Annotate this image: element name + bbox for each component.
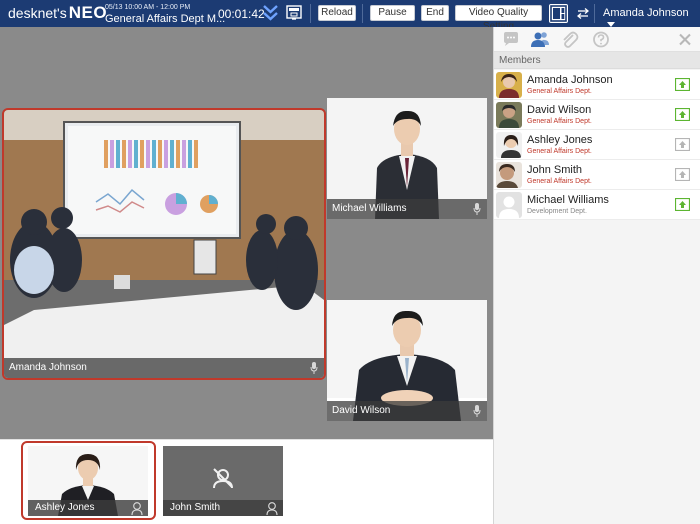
video-name-label: Amanda Johnson (4, 358, 324, 378)
video-name-label: David Wilson (327, 401, 487, 421)
members-icon[interactable] (531, 31, 549, 48)
swap-arrows-icon[interactable] (577, 8, 589, 19)
close-icon[interactable] (676, 31, 694, 48)
end-button[interactable]: End (421, 5, 449, 21)
members-header: Members (494, 52, 700, 69)
thumbnail-name-label: John Smith (163, 500, 283, 516)
separator (362, 4, 363, 23)
thumbnail-name-label: Ashley Jones (28, 500, 148, 516)
camera-on-icon (675, 78, 690, 91)
sidebar-tabs (494, 27, 700, 52)
member-dept: General Affairs Dept. (527, 148, 592, 155)
conference-room-video (4, 110, 324, 378)
member-dept: General Affairs Dept. (527, 178, 592, 185)
separator (594, 4, 595, 23)
help-icon[interactable] (592, 31, 610, 48)
member-dept: General Affairs Dept. (527, 88, 592, 95)
member-name: John Smith (527, 164, 583, 176)
logo-suffix: NEO (68, 3, 108, 22)
thumbnail-ashley-jones[interactable]: Ashley Jones (28, 446, 148, 516)
member-name: Michael Williams (527, 194, 609, 206)
member-dept: Development Dept. (527, 208, 587, 215)
camera-off-icon (675, 168, 690, 181)
double-chevron-down-icon[interactable] (263, 3, 278, 23)
avatar (496, 132, 522, 158)
user-status-icon (266, 502, 278, 515)
avatar (496, 102, 522, 128)
video-tile-david-wilson[interactable]: David Wilson (327, 300, 487, 421)
member-row-david-wilson[interactable]: David Wilson General Affairs Dept. (494, 100, 700, 130)
video-stage: Amanda Johnson Michael Williams David Wi… (0, 27, 493, 439)
video-name-label: Michael Williams (327, 199, 487, 219)
chat-icon[interactable] (502, 31, 520, 48)
camera-off-icon (675, 138, 690, 151)
video-tile-michael-williams[interactable]: Michael Williams (327, 98, 487, 219)
meeting-title: General Affairs Dept M... (105, 13, 226, 25)
layout-icon (550, 5, 567, 22)
microphone-icon (473, 203, 481, 215)
logo-prefix: desknet's (8, 5, 67, 21)
avatar (496, 192, 522, 218)
member-name: Ashley Jones (527, 134, 593, 146)
video-off-icon (213, 468, 233, 489)
pause-button[interactable]: Pause (370, 5, 415, 21)
member-name: Amanda Johnson (527, 74, 613, 86)
elapsed-timer: 00:01:42 (218, 7, 265, 21)
avatar (496, 162, 522, 188)
attachment-icon[interactable] (561, 31, 579, 48)
camera-on-icon (675, 198, 690, 211)
member-row-michael-williams[interactable]: Michael Williams Development Dept. (494, 190, 700, 220)
member-row-amanda-johnson[interactable]: Amanda Johnson General Affairs Dept. (494, 70, 700, 100)
camera-on-icon (675, 108, 690, 121)
main-video-tile[interactable]: Amanda Johnson (2, 108, 326, 380)
member-dept: General Affairs Dept. (527, 118, 592, 125)
member-row-ashley-jones[interactable]: Ashley Jones General Affairs Dept. (494, 130, 700, 160)
thumbnail-john-smith[interactable]: John Smith (163, 446, 283, 516)
video-quality-setting-button[interactable]: Video Quality Setting (455, 5, 542, 32)
member-name: David Wilson (527, 104, 592, 116)
avatar (496, 72, 522, 98)
user-name: Amanda Johnson (603, 7, 689, 19)
reload-button[interactable]: Reload (318, 5, 356, 21)
layout-toggle-button[interactable] (549, 4, 568, 23)
app-logo: desknet's NEO (8, 3, 107, 23)
microphone-icon (310, 362, 318, 374)
microphone-icon (473, 405, 481, 417)
member-row-john-smith[interactable]: John Smith General Affairs Dept. (494, 160, 700, 190)
screen-share-icon[interactable] (286, 5, 302, 21)
top-bar: desknet's NEO 05/13 10:00 AM - 12:00 PM G… (0, 0, 700, 32)
user-status-icon (131, 502, 143, 515)
members-sidebar: Members Amanda Johnson General Affairs D… (493, 27, 700, 524)
meeting-time: 05/13 10:00 AM - 12:00 PM (105, 4, 191, 11)
separator (310, 4, 311, 23)
meeting-info: 05/13 10:00 AM - 12:00 PM General Affair… (105, 3, 226, 25)
